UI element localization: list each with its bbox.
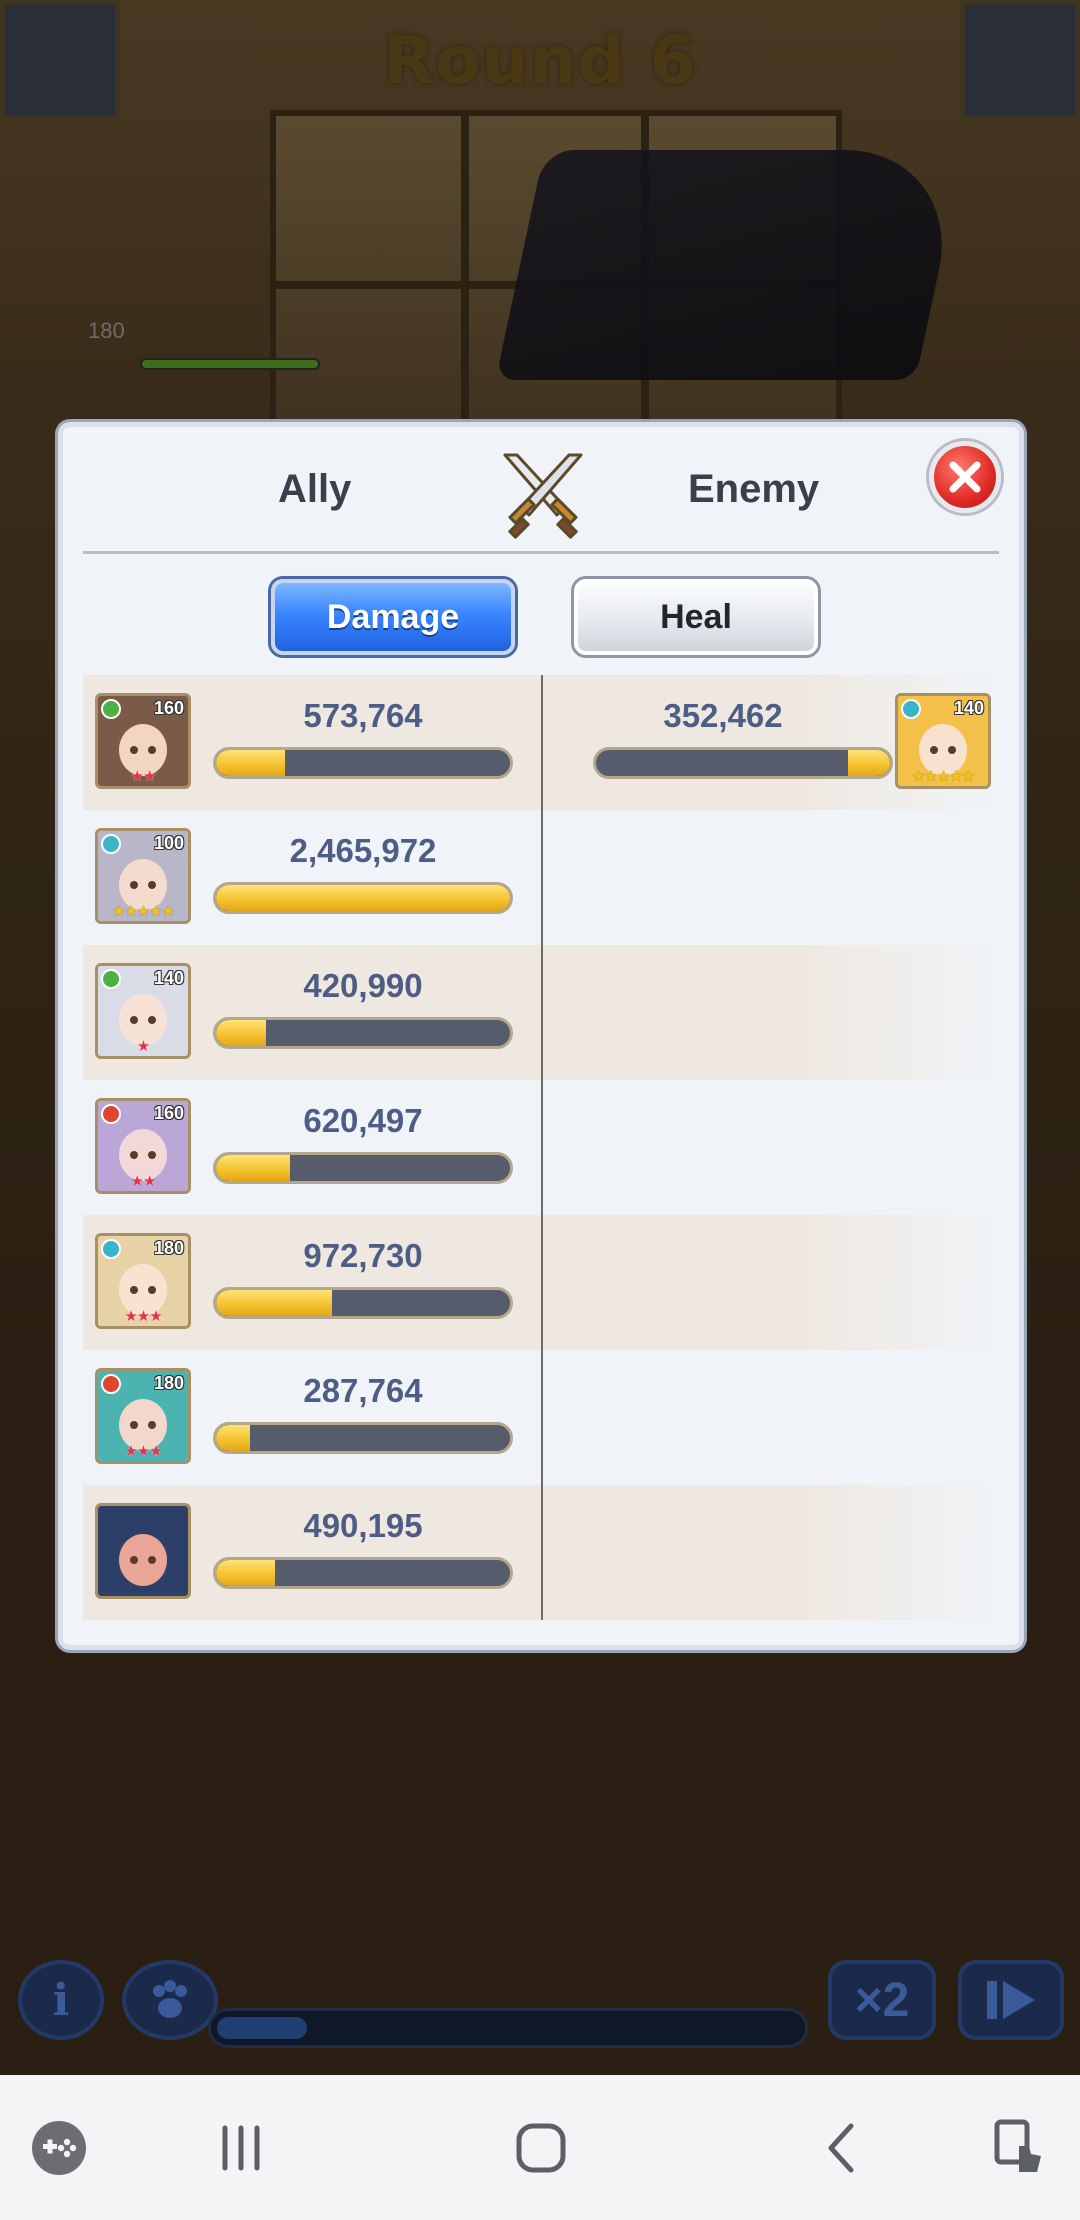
ally-damage-value: 573,764 [303,697,423,734]
wind-element-icon [101,969,121,989]
ally-hp-bar [140,358,320,370]
bar-fill [847,750,890,776]
ally-hp-indicator: 180 [88,318,328,378]
character-level: 160 [153,698,184,718]
close-icon [949,461,981,493]
ally-label: Ally [278,467,352,511]
water-element-icon [101,1239,121,1259]
speed-button[interactable]: ×2 [828,1960,936,2040]
enemy-damage-value: 352,462 [663,697,783,734]
skip-icon [987,1981,1035,2019]
ally-damage-value: 287,764 [303,1372,423,1409]
bar-fill [216,1155,291,1181]
bar-fill [216,750,285,776]
ally-damage-bar [213,747,513,779]
star-rating: ★★ [130,1173,157,1190]
ally-portrait[interactable]: 140 ★ [95,963,191,1059]
dialog-header: Ally Enemy [63,427,1019,555]
water-element-icon [901,699,921,719]
bar-fill [216,1560,275,1586]
damage-report-dialog: Ally Enemy Damage Heal 160 ★★ 573,764 352,4… [58,422,1024,1650]
star-rating: ★★★★★ [111,903,175,920]
header-divider [83,551,999,554]
character-level: 140 [953,698,984,718]
round-title: Round 6 [383,22,697,99]
water-element-icon [101,834,121,854]
auto-button[interactable] [122,1960,218,2040]
character-level: 180 [153,1373,184,1393]
skip-button[interactable] [958,1960,1064,2040]
ally-hp-level: 180 [88,318,125,343]
ally-portrait[interactable]: 180 ★★★ [95,1368,191,1464]
character-level: 160 [153,1103,184,1123]
ally-damage-bar [213,1287,513,1319]
back-button[interactable] [808,2113,878,2183]
ally-portrait[interactable] [95,1503,191,1599]
star-rating: ★★ [130,768,157,785]
character-portrait-image [98,1506,188,1596]
star-rating: ★★★★★ [911,768,975,785]
ally-damage-bar [213,1422,513,1454]
fire-element-icon [101,1374,121,1394]
damage-table: 160 ★★ 573,764 352,462 140 ★★★★★ 100 ★★★★★ 2,465… [83,675,1001,1620]
tab-heal[interactable]: Heal [574,579,818,655]
game-launcher-button[interactable] [24,2113,94,2183]
character-level: 100 [153,833,184,853]
game-launcher-icon [32,2121,86,2175]
ally-portrait[interactable]: 160 ★★ [95,1098,191,1194]
ally-damage-value: 620,497 [303,1102,423,1139]
star-rating: ★★★ [124,1443,162,1460]
speed-x2-icon: ×2 [854,1973,910,2027]
tab-damage[interactable]: Damage [271,579,515,655]
ally-portrait[interactable]: 100 ★★★★★ [95,828,191,924]
crossed-swords-icon [503,453,583,539]
star-rating: ★★★ [124,1308,162,1325]
enemy-label: Enemy [688,467,820,511]
ally-portrait[interactable]: 160 ★★ [95,693,191,789]
wind-element-icon [101,699,121,719]
ally-damage-value: 972,730 [303,1237,423,1274]
recent-apps-button[interactable] [206,2113,276,2183]
bar-fill [216,1290,332,1316]
enemy-portrait[interactable]: 140 ★★★★★ [895,693,991,789]
system-nav-bar [0,2075,1080,2220]
back-icon [828,2123,854,2173]
star-rating: ★ [136,1038,150,1055]
ally-damage-bar [213,1017,513,1049]
info-icon: i [52,1974,70,2026]
recent-apps-icon [222,2125,260,2171]
ally-damage-bar [213,1557,513,1589]
paw-icon [153,1980,187,2018]
bar-fill [216,1425,251,1451]
ally-damage-bar [213,1152,513,1184]
skill-gauge [208,2008,808,2048]
ally-damage-value: 420,990 [303,967,423,1004]
close-button[interactable] [929,441,1001,513]
character-level: 180 [153,1238,184,1258]
ally-damage-bar [213,882,513,914]
ally-portrait[interactable]: 180 ★★★ [95,1233,191,1329]
ally-damage-value: 2,465,972 [289,832,437,869]
background-piano [495,150,965,380]
character-level: 140 [153,968,184,988]
bar-fill [216,885,510,911]
column-divider [541,675,543,1620]
info-button[interactable]: i [18,1960,104,2040]
enemy-damage-bar [593,747,893,779]
home-icon [516,2123,566,2173]
bar-fill [216,1020,267,1046]
fire-element-icon [101,1104,121,1124]
screen-touch-icon [994,2119,1041,2172]
home-button[interactable] [506,2113,576,2183]
ally-damage-value: 490,195 [303,1507,423,1544]
screen-touch-button[interactable] [986,2113,1056,2183]
